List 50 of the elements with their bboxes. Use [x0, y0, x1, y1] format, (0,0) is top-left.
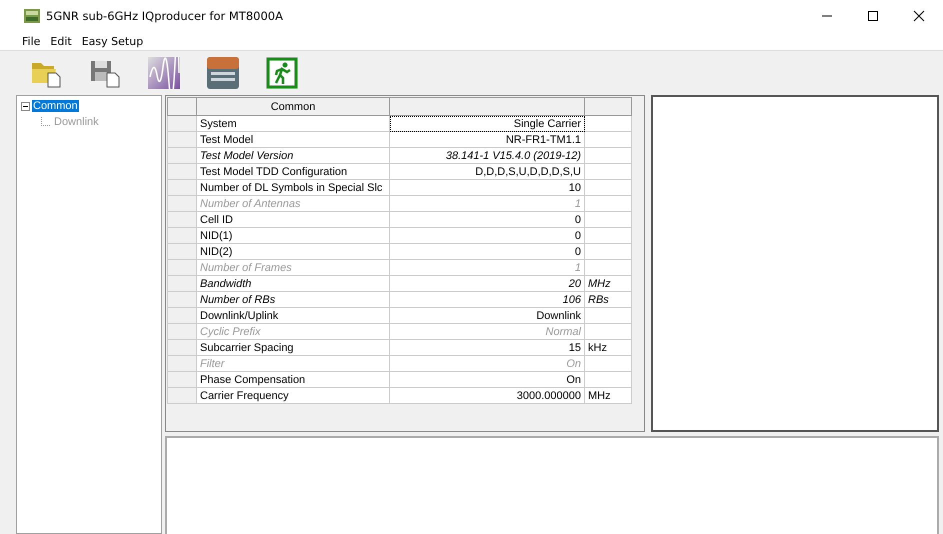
property-label: System [196, 116, 390, 132]
property-label: Cyclic Prefix [196, 324, 390, 340]
property-value[interactable]: 0 [390, 212, 584, 228]
property-label: Test Model [196, 132, 390, 148]
exit-icon[interactable] [266, 57, 298, 89]
property-value[interactable]: D,D,D,S,U,D,D,D,S,U [390, 164, 584, 180]
property-label: Carrier Frequency [196, 388, 390, 404]
arb-generator-icon[interactable] [207, 57, 239, 89]
waveform-icon[interactable] [148, 57, 180, 89]
property-label: Number of Antennas [196, 196, 390, 212]
property-value[interactable]: 106 [390, 292, 584, 308]
property-value[interactable]: Single Carrier [390, 116, 584, 132]
property-label: Filter [196, 356, 390, 372]
property-value[interactable]: 15 [390, 340, 584, 356]
menu-item[interactable]: File [22, 34, 40, 48]
property-value[interactable]: 38.141-1 V15.4.0 (2019-12) [390, 148, 584, 164]
menu-item[interactable]: Edit [50, 34, 72, 48]
property-value[interactable]: 3000.000000 [390, 388, 584, 404]
collapse-icon[interactable] [21, 102, 30, 110]
app-icon [24, 8, 40, 24]
unit-cell: MHz [584, 388, 632, 404]
menu-item[interactable]: Easy Setup [82, 34, 144, 48]
property-label: Test Model TDD Configuration [196, 164, 390, 180]
property-value[interactable]: 10 [390, 180, 584, 196]
property-label: Bandwidth [196, 276, 390, 292]
property-value[interactable]: 0 [390, 244, 584, 260]
property-value[interactable]: On [390, 372, 584, 388]
column-header: Common [196, 98, 390, 116]
property-label: Downlink/Uplink [196, 308, 390, 324]
property-label: Test Model Version [196, 148, 390, 164]
property-value[interactable]: NR-FR1-TM1.1 [390, 132, 584, 148]
property-value[interactable]: 20 [390, 276, 584, 292]
unit-cell: RBs [584, 292, 632, 308]
property-label: Number of DL Symbols in Special Slc [196, 180, 390, 196]
unit-cell: kHz [584, 340, 632, 356]
unit-cell: MHz [584, 276, 632, 292]
tree-item[interactable]: Common [32, 100, 79, 112]
tree-line [41, 117, 51, 127]
property-label: Number of Frames [196, 260, 390, 276]
property-label: Cell ID [196, 212, 390, 228]
close-icon[interactable] [913, 10, 925, 22]
property-label: Subcarrier Spacing [196, 340, 390, 356]
property-value[interactable]: Downlink [390, 308, 584, 324]
property-value[interactable]: 0 [390, 228, 584, 244]
property-label: NID(1) [196, 228, 390, 244]
property-label: NID(2) [196, 244, 390, 260]
property-label: Phase Compensation [196, 372, 390, 388]
property-label: Number of RBs [196, 292, 390, 308]
window-title: 5GNR sub-6GHz IQproducer for MT8000A [46, 9, 283, 23]
maximize-icon[interactable] [867, 10, 879, 22]
